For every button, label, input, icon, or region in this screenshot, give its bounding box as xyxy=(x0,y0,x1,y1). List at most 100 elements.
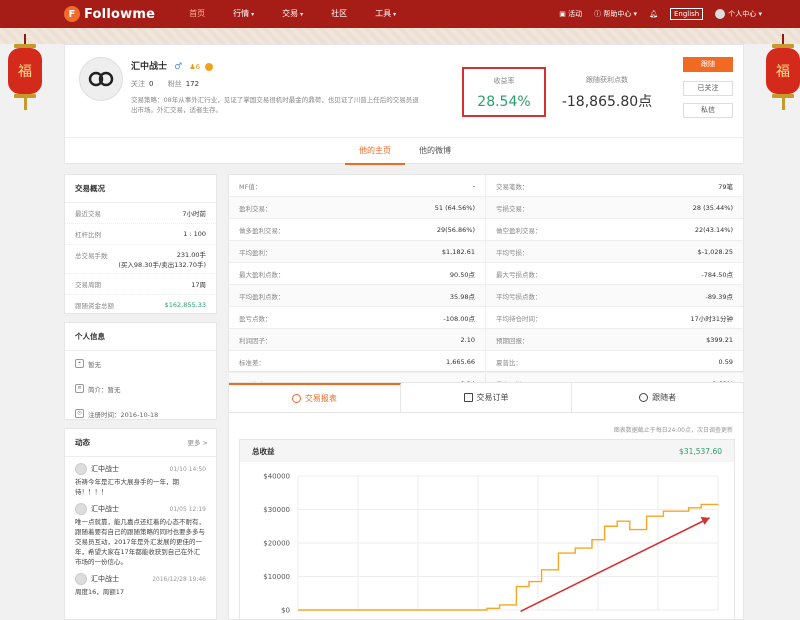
stats-cell: MF值： - xyxy=(229,175,486,196)
overview-key: 跟随资金总额 xyxy=(75,302,114,310)
post-text[interactable]: 祈祷今年是汇市大展身手的一年，期待！！！！ xyxy=(75,477,206,497)
overview-row: 总交易手数 231.00手 (买入98.30手/卖出132.70手) xyxy=(65,245,216,274)
stats-row: 盈利交易： 51 (64.56%) 亏损交易： 28 (35.44%) xyxy=(229,197,743,219)
stats-value: - xyxy=(472,181,475,190)
info-row: ≡ 简介：暂无 xyxy=(65,376,216,401)
tab-trading-report[interactable]: 交易报表 xyxy=(229,383,401,412)
avatar[interactable] xyxy=(75,503,87,515)
stats-row: MF值： - 交易笔数： 79笔 xyxy=(229,175,743,197)
orders-icon xyxy=(463,393,473,402)
activity-feed-card: 动态 更多 > 汇中战士 01/10 14:50 祈祷今年是汇市大展身手的一年，期… xyxy=(64,428,217,620)
post-text[interactable]: 周度16，周额17 xyxy=(75,587,206,597)
stats-cell: 利润因子： 2.10 xyxy=(229,329,486,350)
stats-key: 平均亏损： xyxy=(496,248,529,257)
tab-home[interactable]: 他的主页 xyxy=(345,138,405,165)
y-tick-label: $0 xyxy=(281,607,290,615)
feed-more-link[interactable]: 更多 > xyxy=(187,437,208,447)
tab-trading-orders[interactable]: 交易订单 xyxy=(401,383,573,412)
overview-key: 总交易手数 xyxy=(75,252,108,260)
nav-trade[interactable]: 交易 ▾ xyxy=(268,0,317,28)
post-time: 01/05 12:19 xyxy=(169,505,207,513)
top-right-links: ▣ 活动 ⓘ 帮助中心 ▾ 🔔︎ English 个人中心 ▾ xyxy=(559,0,762,28)
language-toggle[interactable]: English xyxy=(669,8,704,20)
overview-value: 7小时前 xyxy=(182,210,206,218)
activity-link[interactable]: ▣ 活动 xyxy=(559,9,582,19)
tab-followers[interactable]: 跟随者 xyxy=(572,383,743,412)
clock-icon: ◷ xyxy=(75,409,84,418)
followed-button[interactable]: 已关注 xyxy=(683,81,733,96)
fans-count: 172 xyxy=(185,80,200,88)
overview-value: $162,855.33 xyxy=(164,301,206,309)
overview-key: 最近交易 xyxy=(75,210,101,218)
data-update-note: 图表数据截止于每日24:00点，次日调查更新 xyxy=(613,427,733,434)
report-panel: 交易报表 交易订单 跟随者 图表数据截止于每日24:00点，次日调查更新 总收益… xyxy=(228,382,744,620)
stats-key: 最大亏损点数： xyxy=(496,270,542,279)
nav-home-label: 首页 xyxy=(189,9,206,18)
nav-home[interactable]: 首页 xyxy=(175,0,219,28)
stats-key: 平均持仓时间： xyxy=(496,314,542,323)
stats-key: 亏损交易： xyxy=(496,204,529,213)
message-button[interactable]: 私信 xyxy=(683,103,733,118)
stats-row: 利润因子： 2.10 预期回报： $399.21 xyxy=(229,329,743,351)
user-center-menu[interactable]: 个人中心 ▾ xyxy=(715,9,762,19)
overview-value: 1 : 100 xyxy=(183,230,206,238)
post-text[interactable]: 唯一点就靠，能几嘉点还红着的心态不耐有，跟随着要有自己的跟随策略的同时也要多多与… xyxy=(75,517,206,567)
avatar[interactable] xyxy=(75,573,87,585)
follow-button[interactable]: 跟随 xyxy=(683,57,733,72)
info-text: 简介：暂无 xyxy=(88,385,121,394)
overview-key: 交易周期 xyxy=(75,281,101,289)
tab-label: 交易报表 xyxy=(304,394,337,403)
avatar[interactable] xyxy=(75,463,87,475)
post-time: 01/10 14:50 xyxy=(169,465,207,473)
stats-key: 做空盈利交易： xyxy=(496,226,542,235)
overview-title: 交易概况 xyxy=(65,175,216,203)
trader-description: 交易策略：08年从事外汇行业，见证了掌国交易很机时最金的鼎荷，也见证了川普上任后… xyxy=(131,96,419,114)
follow-pl: 跟随获利点数 -18,865.80点 xyxy=(557,69,657,111)
y-tick-label: $20000 xyxy=(263,540,290,548)
post-header: 汇中战士 01/10 14:50 xyxy=(75,463,206,475)
report-tabs: 交易报表 交易订单 跟随者 xyxy=(229,383,743,413)
feed-post: 汇中战士 2016/12/28 19:46 周度16，周额17 xyxy=(65,567,216,597)
nav-market[interactable]: 行情 ▾ xyxy=(219,0,268,28)
series-line xyxy=(298,503,719,611)
lantern-right: 福 xyxy=(766,34,800,110)
stats-value: 51 (64.56%) xyxy=(434,203,475,212)
help-center-link[interactable]: ⓘ 帮助中心 ▾ xyxy=(594,9,637,19)
follow-stats: 关注 0 粉丝 172 xyxy=(131,79,211,89)
stats-key: 夏普比： xyxy=(496,358,522,367)
stats-key: 盈亏点数： xyxy=(239,314,272,323)
trader-avatar[interactable] xyxy=(79,57,123,101)
post-user[interactable]: 汇中战士 xyxy=(91,574,119,584)
chart-total: $31,537.60 xyxy=(679,446,722,456)
stats-value: 1,665.66 xyxy=(446,357,475,366)
feed-post: 汇中战士 01/05 12:19 唯一点就靠，能几嘉点还红着的心态不耐有，跟随着要… xyxy=(65,497,216,567)
chart-title: 总收益 xyxy=(252,446,275,456)
stats-row: 做多盈利交易： 29(56.86%) 做空盈利交易： 22(43.14%) xyxy=(229,219,743,241)
stats-key: 交易笔数： xyxy=(496,182,529,191)
chevron-down-icon: ▾ xyxy=(251,11,255,18)
stats-cell: 平均亏损点数： -89.39点 xyxy=(486,285,743,306)
post-user[interactable]: 汇中战士 xyxy=(91,464,119,474)
y-tick-label: $10000 xyxy=(263,573,290,581)
post-user[interactable]: 汇中战士 xyxy=(91,504,119,514)
stats-cell: 做空盈利交易： 22(43.14%) xyxy=(486,219,743,240)
avatar-graphic-icon xyxy=(88,71,114,87)
post-header: 汇中战士 2016/12/28 19:46 xyxy=(75,573,206,585)
stats-key: 平均亏损点数： xyxy=(496,292,542,301)
y-tick-label: $30000 xyxy=(263,506,290,514)
followme-logo[interactable]: F Followme xyxy=(64,6,155,22)
intro-icon: ≡ xyxy=(75,384,84,393)
overview-row: 最近交易 7小时前 xyxy=(65,203,216,224)
nav-tools-label: 工具 xyxy=(375,9,392,18)
overview-row: 交易周期 17周 xyxy=(65,274,216,295)
stats-row: 平均盈利： $1,182.61 平均亏损： $-1,028.25 xyxy=(229,241,743,263)
bell-icon[interactable]: 🔔︎ xyxy=(649,10,658,18)
nav-community-label: 社区 xyxy=(331,9,348,18)
profile-tabs: 他的主页 他的微博 xyxy=(65,137,745,165)
nav-community[interactable]: 社区 xyxy=(317,0,361,28)
nav-tools[interactable]: 工具 ▾ xyxy=(361,0,410,28)
tab-weibo[interactable]: 他的微博 xyxy=(405,138,465,165)
help-label: 帮助中心 xyxy=(603,10,632,18)
yield-value: 28.54% xyxy=(477,94,531,110)
stats-cell: 做多盈利交易： 29(56.86%) xyxy=(229,219,486,240)
